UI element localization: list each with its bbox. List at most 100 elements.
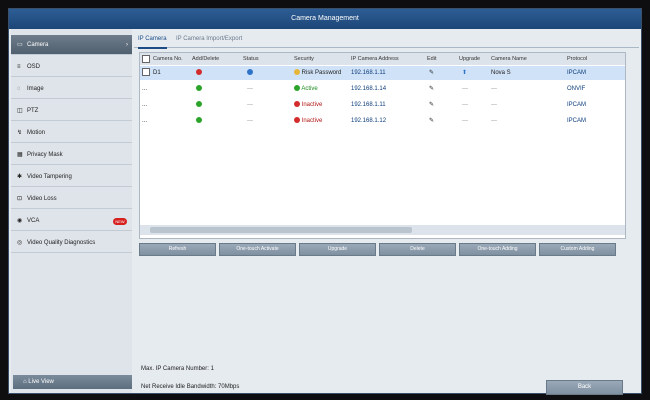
new-badge: NEW — [113, 218, 127, 225]
edit-icon[interactable]: ✎ — [429, 66, 434, 80]
sidebar-item-label: Video Tampering — [27, 174, 72, 180]
tab-ip-camera-import-export[interactable]: IP Camera Import/Export — [176, 31, 242, 47]
protocol-cell: ONVIF — [567, 86, 586, 92]
add-icon[interactable] — [196, 98, 202, 112]
privacy-mask-icon: ▦ — [17, 152, 23, 158]
custom-adding-button[interactable]: Custom Adding — [539, 243, 616, 256]
upgrade-button[interactable]: Upgrade — [299, 243, 376, 256]
ip-address-cell: 192.168.1.14 — [351, 86, 387, 92]
select-all-checkbox[interactable] — [142, 54, 150, 63]
column-header-protocol: Protocol — [567, 56, 588, 62]
sidebar-item-video-loss[interactable]: ⊡ Video Loss — [11, 189, 132, 209]
main-content: IP Camera IP Camera Import/Export Camera… — [132, 29, 641, 395]
sidebar-item-camera[interactable]: ▭ Camera › — [11, 35, 132, 55]
table-row[interactable]: ... — Active 192.168.1.14 ✎ — — ONVIF — [140, 82, 625, 96]
protocol-cell: IPCAM — [567, 118, 587, 124]
chevron-right-icon: › — [126, 42, 128, 48]
sidebar-item-label: Video Quality Diagnostics — [27, 240, 96, 246]
sidebar-item-label: PTZ — [27, 108, 39, 114]
sidebar-item-label: Camera — [27, 42, 49, 48]
error-icon — [294, 117, 300, 124]
sidebar-item-osd[interactable]: ≡ OSD — [11, 57, 132, 77]
add-icon[interactable] — [196, 114, 202, 128]
camera-name-cell: — — [491, 118, 497, 124]
protocol-cell: IPCAM — [567, 102, 587, 108]
camera-icon: ▭ — [17, 42, 23, 48]
osd-icon: ≡ — [17, 64, 21, 70]
sidebar-item-label: OSD — [27, 64, 41, 70]
sidebar: ▭ Camera › ≡ OSD ◌ Image ◫ PTZ ↯ Motion … — [11, 29, 132, 393]
delete-icon[interactable] — [196, 66, 202, 80]
upgrade-cell: — — [462, 86, 468, 92]
column-header-camera-no: Camera No. — [142, 53, 183, 65]
column-header-status: Status — [243, 56, 259, 62]
ip-address-cell: 192.168.1.11 — [351, 102, 386, 108]
ptz-icon: ◫ — [17, 108, 23, 114]
row-checkbox[interactable] — [142, 68, 150, 77]
edit-icon[interactable]: ✎ — [429, 82, 434, 96]
live-view-label: Live View — [28, 379, 54, 385]
column-header-upgrade: Upgrade — [459, 56, 481, 62]
add-icon[interactable] — [196, 82, 202, 96]
upgrade-icon[interactable]: ⬆ — [462, 66, 467, 80]
delete-button[interactable]: Delete — [379, 243, 456, 256]
scrollbar-thumb[interactable] — [150, 227, 412, 233]
tab-ip-camera[interactable]: IP Camera — [138, 31, 167, 49]
sidebar-item-video-quality-diagnostics[interactable]: ◎ Video Quality Diagnostics — [11, 233, 132, 253]
window-title: Camera Management — [9, 9, 641, 29]
security-cell: Inactive — [294, 98, 322, 112]
max-ip-camera-number: Max. IP Camera Number: 1 — [141, 366, 214, 372]
table-row[interactable]: D1 Risk Password 192.168.1.11 ✎ ⬆ Nova S… — [140, 66, 625, 80]
sidebar-item-label: VCA — [27, 218, 40, 224]
ip-address-cell: 192.168.1.12 — [351, 118, 387, 124]
sidebar-item-label: Privacy Mask — [27, 152, 63, 158]
check-icon — [294, 85, 300, 92]
sidebar-item-video-tampering[interactable]: ✱ Video Tampering — [11, 167, 132, 187]
edit-icon[interactable]: ✎ — [429, 98, 434, 112]
sidebar-item-privacy-mask[interactable]: ▦ Privacy Mask — [11, 145, 132, 165]
error-icon — [294, 101, 300, 108]
video-loss-icon: ⊡ — [17, 196, 23, 202]
ip-camera-table: Camera No. Add/Delete Status Security IP… — [139, 52, 626, 239]
refresh-button[interactable]: Refresh — [139, 243, 216, 256]
camera-no-cell: D1 — [142, 66, 161, 80]
camera-management-window: Camera Management ▭ Camera › ≡ OSD ◌ Ima… — [8, 8, 642, 395]
table-row[interactable]: ... — Inactive 192.168.1.11 ✎ — — IPCAM — [140, 98, 625, 112]
edit-icon[interactable]: ✎ — [429, 114, 434, 128]
security-cell: Inactive — [294, 114, 322, 128]
one-touch-activate-button[interactable]: One-touch Activate — [219, 243, 296, 256]
camera-no-cell: ... — [142, 118, 148, 124]
status-cell: — — [247, 86, 253, 92]
column-header-add-delete: Add/Delete — [192, 56, 220, 62]
security-cell: Risk Password — [294, 66, 341, 80]
sidebar-item-ptz[interactable]: ◫ PTZ — [11, 101, 132, 121]
table-header: Camera No. Add/Delete Status Security IP… — [140, 53, 625, 65]
diagnostics-icon: ◎ — [17, 240, 23, 246]
tampering-icon: ✱ — [17, 174, 23, 180]
sidebar-item-motion[interactable]: ↯ Motion — [11, 123, 132, 143]
camera-no-cell: ... — [142, 86, 148, 92]
horizontal-scrollbar[interactable] — [140, 225, 625, 235]
column-header-edit: Edit — [427, 56, 437, 62]
motion-icon: ↯ — [17, 130, 23, 136]
action-button-row: Refresh One-touch Activate Upgrade Delet… — [139, 243, 624, 256]
security-cell: Active — [294, 82, 318, 96]
column-header-camera-name: Camera Name — [491, 56, 527, 62]
tab-bar: IP Camera IP Camera Import/Export — [134, 31, 639, 49]
status-cell: — — [247, 118, 253, 124]
sidebar-item-vca[interactable]: ◉ VCA NEW — [11, 211, 132, 231]
camera-name-cell: Nova S — [491, 70, 511, 76]
table-row[interactable]: ... — Inactive 192.168.1.12 ✎ — — IPCAM — [140, 114, 625, 128]
vca-icon: ◉ — [17, 218, 23, 224]
protocol-cell: IPCAM — [567, 70, 587, 76]
sidebar-item-label: Image — [27, 86, 44, 92]
column-header-security: Security — [294, 56, 314, 62]
camera-name-cell: — — [491, 86, 497, 92]
sidebar-item-image[interactable]: ◌ Image — [11, 79, 132, 99]
back-button[interactable]: Back — [546, 380, 623, 395]
one-touch-adding-button[interactable]: One-touch Adding — [459, 243, 536, 256]
live-view-button[interactable]: ⌂ Live View — [13, 375, 132, 389]
net-receive-idle-bandwidth: Net Receive Idle Bandwidth: 70Mbps — [141, 384, 240, 390]
upgrade-cell: — — [462, 102, 468, 108]
status-cell: — — [247, 102, 253, 108]
